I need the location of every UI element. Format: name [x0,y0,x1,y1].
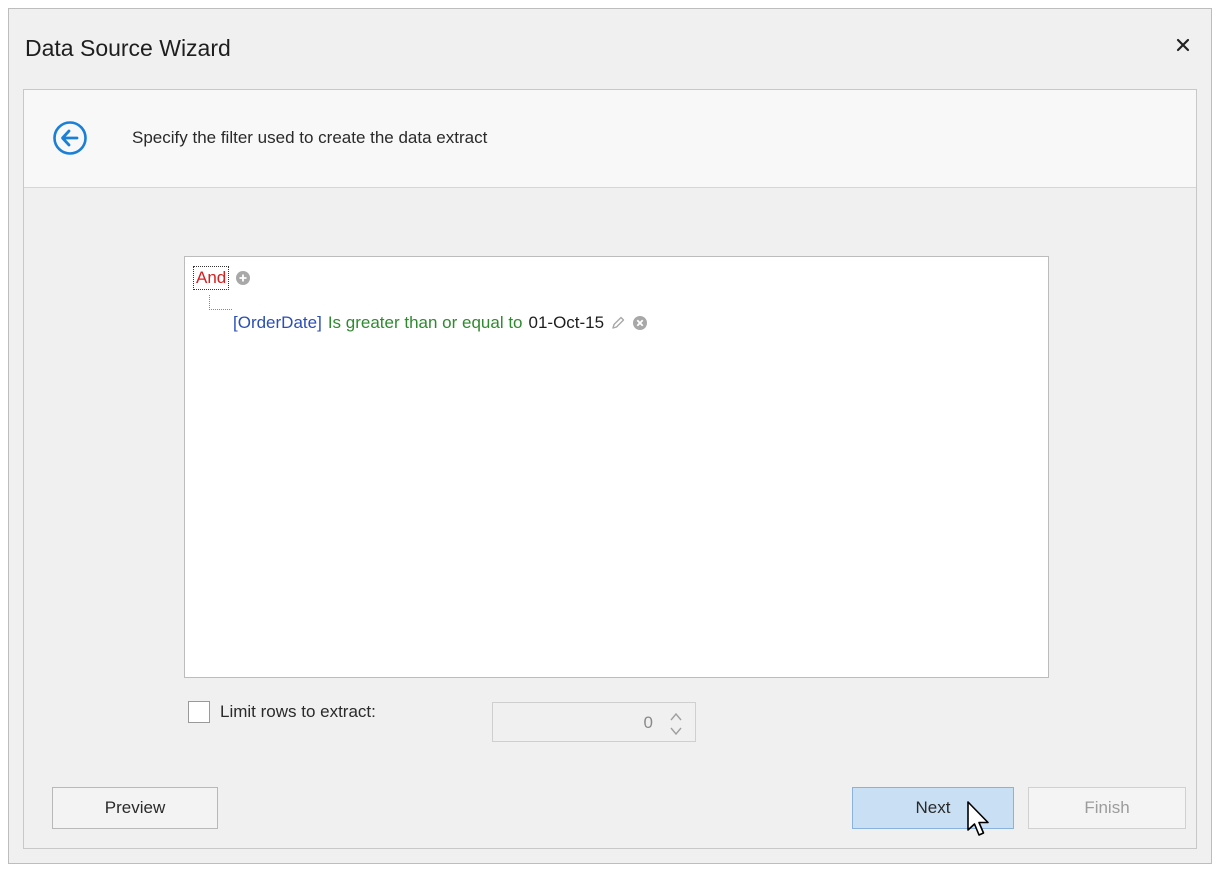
group-operator[interactable]: And [193,266,230,290]
next-button[interactable]: Next [852,787,1014,829]
limit-rows-checkbox[interactable] [188,701,210,723]
preview-button[interactable]: Preview [52,787,218,829]
close-button[interactable] [1169,33,1197,61]
limit-rows-value: 0 [643,713,653,732]
limit-rows-label: Limit rows to extract: [220,702,376,721]
finish-button[interactable]: Finish [1028,787,1186,829]
condition-row: [OrderDate] Is greater than or equal to … [233,311,648,335]
chevron-up-icon[interactable] [669,710,683,722]
wizard-content: Specify the filter used to create the da… [23,89,1197,849]
remove-circle-icon[interactable] [632,315,648,331]
condition-value[interactable]: 01-Oct-15 [529,313,605,333]
limit-rows-row: Limit rows to extract: [188,698,376,726]
back-button[interactable] [52,120,88,156]
limit-rows-spinner[interactable]: 0 [492,702,696,742]
plus-circle-icon[interactable] [235,270,251,286]
window-title: Data Source Wizard [25,35,231,61]
pencil-icon[interactable] [610,315,626,331]
step-description: Specify the filter used to create the da… [132,128,488,147]
data-source-wizard-window: Data Source Wizard Specify the filter us… [8,8,1212,864]
wizard-header: Specify the filter used to create the da… [24,90,1196,188]
title-bar: Data Source Wizard [9,9,1211,89]
close-icon [1176,38,1190,57]
condition-field[interactable]: [OrderDate] [233,313,322,333]
chevron-down-icon[interactable] [669,724,683,736]
group-node: And [193,265,251,291]
condition-operator[interactable]: Is greater than or equal to [328,313,523,333]
tree-connector [209,295,232,310]
filter-editor[interactable]: And [OrderDate] Is greater than or equal… [184,256,1049,678]
back-arrow-icon [52,121,88,160]
